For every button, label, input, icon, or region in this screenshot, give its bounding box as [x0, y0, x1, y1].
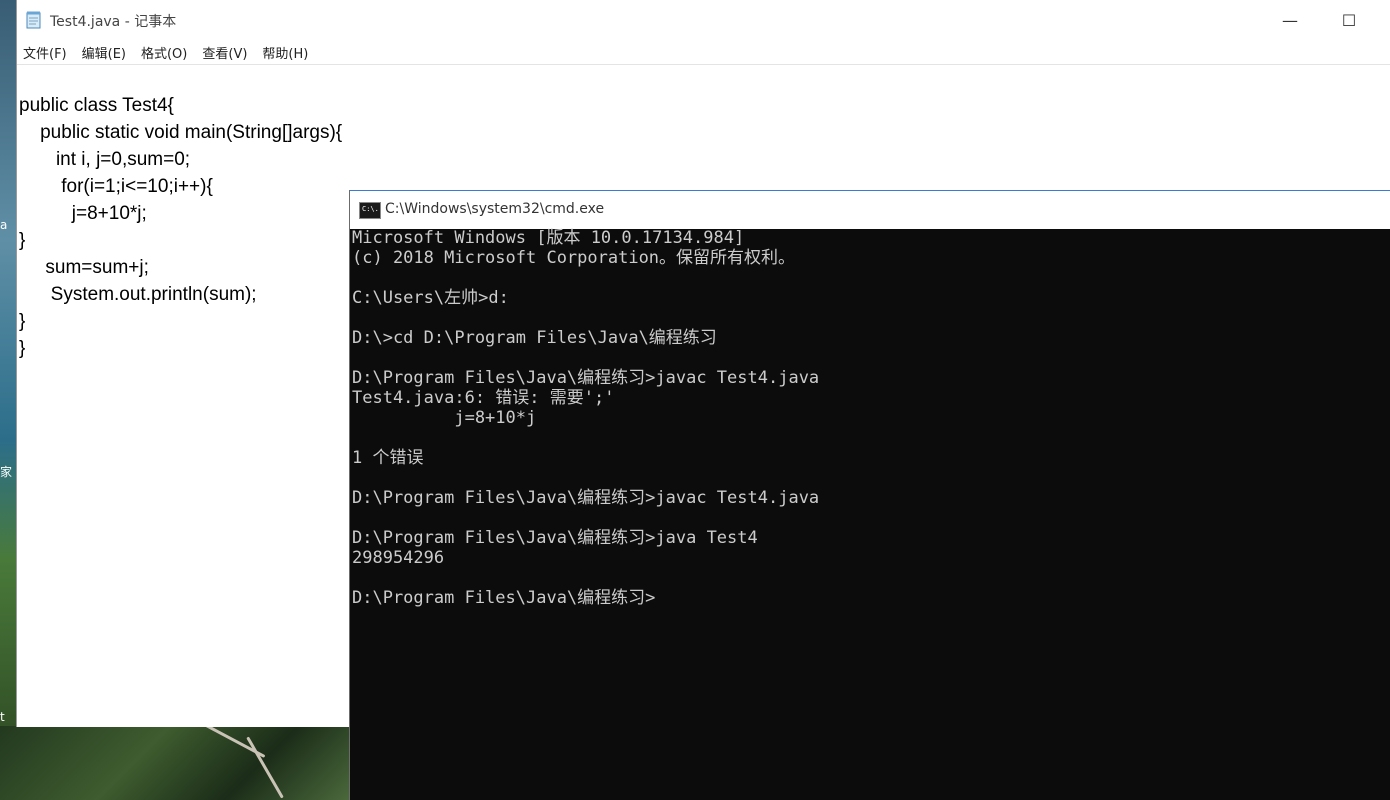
- cmd-icon: C:\.: [359, 202, 381, 219]
- menu-edit[interactable]: 编辑(E): [82, 40, 133, 64]
- window-title: Test4.java - 记事本: [50, 14, 177, 30]
- console-line: D:\Program Files\Java\编程练习>javac Test4.j…: [352, 368, 820, 388]
- code-line: for(i=1;i<=10;i++){: [19, 176, 213, 197]
- console-line: C:\Users\左帅>d:: [352, 288, 509, 308]
- console-line: D:\>cd D:\Program Files\Java\编程练习: [352, 328, 717, 348]
- console-line: Test4.java:6: 错误: 需要';': [352, 388, 615, 408]
- cmd-titlebar[interactable]: C:\. C:\Windows\system32\cmd.exe: [350, 190, 1390, 229]
- maximize-icon: ☐: [1341, 10, 1357, 30]
- desktop-background: [0, 0, 16, 800]
- desktop-icon-label: 家: [0, 465, 13, 479]
- notepad-titlebar[interactable]: Test4.java - 记事本 — ☐: [17, 0, 1390, 40]
- desktop-wallpaper: [0, 713, 352, 800]
- menu-view[interactable]: 查看(V): [202, 40, 254, 64]
- console-line: (c) 2018 Microsoft Corporation。保留所有权利。: [352, 248, 796, 268]
- minimize-button[interactable]: —: [1267, 6, 1313, 34]
- notepad-icon: [26, 11, 41, 29]
- console-line: D:\Program Files\Java\编程练习>: [352, 588, 656, 608]
- desktop-icon-label: a: [0, 218, 8, 232]
- menu-file[interactable]: 文件(F): [23, 40, 74, 64]
- code-line: System.out.println(sum);: [19, 284, 257, 305]
- code-line: }: [19, 230, 26, 251]
- console-line: 1 个错误: [352, 448, 424, 468]
- console-line: 298954296: [352, 548, 445, 568]
- console-line: Microsoft Windows [版本 10.0.17134.984]: [352, 228, 745, 248]
- console-line: D:\Program Files\Java\编程练习>java Test4: [352, 528, 758, 548]
- cmd-window: C:\. C:\Windows\system32\cmd.exe Microso…: [350, 190, 1390, 800]
- menu-bar: 文件(F) 编辑(E) 格式(O) 查看(V) 帮助(H): [17, 40, 1390, 64]
- console-line: D:\Program Files\Java\编程练习>javac Test4.j…: [352, 488, 820, 508]
- menu-format[interactable]: 格式(O): [141, 40, 194, 64]
- console-line: j=8+10*j: [352, 408, 537, 428]
- maximize-button[interactable]: ☐: [1326, 6, 1372, 34]
- code-line: }: [19, 338, 26, 359]
- menu-help[interactable]: 帮助(H): [262, 40, 315, 64]
- code-line: public static void main(String[]args){: [19, 122, 343, 143]
- desktop-icon-label: t: [0, 710, 5, 724]
- code-line: int i, j=0,sum=0;: [19, 149, 191, 170]
- minimize-icon: —: [1282, 10, 1298, 30]
- code-line: sum=sum+j;: [19, 257, 149, 278]
- console-output[interactable]: Microsoft Windows [版本 10.0.17134.984] (c…: [350, 228, 1390, 800]
- code-line: }: [19, 311, 26, 332]
- code-line: j=8+10*j;: [19, 203, 147, 224]
- cmd-title: C:\Windows\system32\cmd.exe: [385, 201, 605, 217]
- code-line: public class Test4{: [19, 95, 174, 116]
